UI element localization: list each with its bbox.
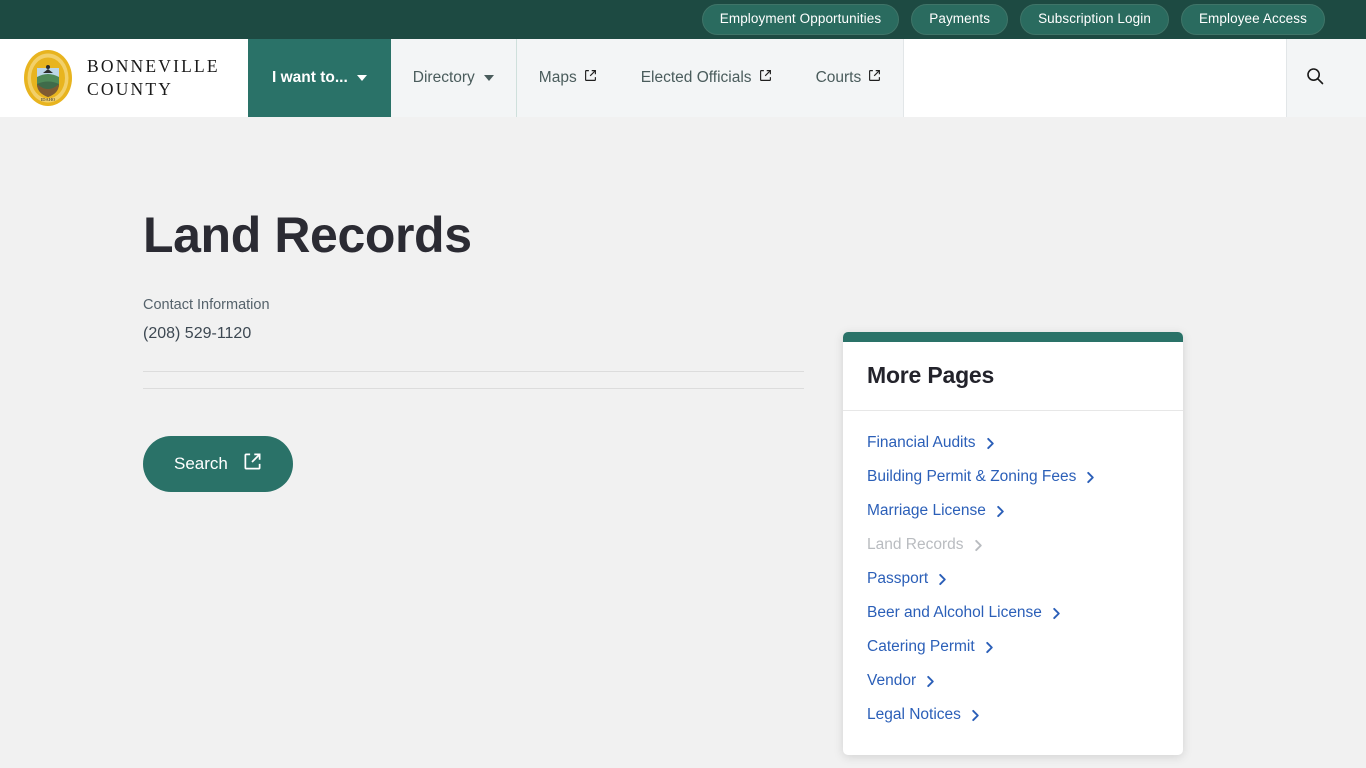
more-pages-list: Financial Audits Building Permit & Zonin…	[843, 411, 1183, 755]
page-title: Land Records	[143, 207, 472, 263]
chevron-down-icon	[356, 75, 367, 81]
nav-item-label: Directory	[412, 69, 475, 86]
contact-information-label: Contact Information	[143, 296, 270, 313]
more-pages-link-financial-audits[interactable]: Financial Audits	[867, 426, 1159, 460]
chevron-right-icon	[1085, 471, 1096, 484]
employee-access-link[interactable]: Employee Access	[1180, 4, 1325, 35]
county-seal-icon: IDAHO	[22, 48, 74, 108]
more-pages-link-marriage-license[interactable]: Marriage License	[867, 494, 1159, 528]
card-title: More Pages	[867, 362, 995, 388]
nav-item-elected-officials[interactable]: Elected Officials	[619, 39, 794, 117]
search-icon	[1305, 66, 1325, 91]
search-button-label: Search	[174, 453, 228, 473]
brand-wordmark: BONNEVILLE COUNTY	[87, 55, 220, 101]
utility-topbar: Employment Opportunities Payments Subscr…	[0, 0, 1366, 39]
search-button[interactable]: Search	[143, 435, 293, 492]
link-label: Legal Notices	[867, 706, 961, 723]
brand-line-2: COUNTY	[87, 79, 174, 99]
external-link-icon	[868, 69, 881, 87]
content-divider-1	[143, 370, 804, 372]
content-divider-2	[143, 387, 804, 389]
link-label: Building Permit & Zoning Fees	[867, 468, 1077, 485]
link-label: Catering Permit	[867, 638, 975, 655]
chevron-right-icon	[937, 573, 948, 586]
external-link-icon	[759, 69, 772, 87]
page-body: Land Records Contact Information (208) 5…	[0, 117, 1366, 768]
chevron-right-icon	[973, 539, 984, 552]
site-logo-home-link[interactable]: IDAHO BONNEVILLE COUNTY	[0, 39, 248, 117]
search-input[interactable]	[904, 39, 1286, 117]
link-label: Vendor	[867, 672, 917, 689]
chevron-right-icon	[970, 709, 981, 722]
search-submit-button[interactable]	[1286, 39, 1342, 117]
nav-item-label: Maps	[538, 69, 577, 86]
nav-item-label: Elected Officials	[640, 69, 752, 86]
employment-opportunities-link[interactable]: Employment Opportunities	[701, 4, 900, 35]
subscription-login-link[interactable]: Subscription Login	[1020, 4, 1169, 35]
link-label: Marriage License	[867, 502, 986, 519]
chevron-down-icon	[483, 75, 494, 81]
more-pages-link-passport[interactable]: Passport	[867, 562, 1159, 596]
chevron-right-icon	[995, 505, 1006, 518]
nav-item-courts[interactable]: Courts	[794, 39, 904, 117]
link-label: Financial Audits	[867, 434, 976, 451]
more-pages-link-vendor[interactable]: Vendor	[867, 664, 1159, 698]
card-header: More Pages	[843, 342, 1183, 411]
brand-line-1: BONNEVILLE	[87, 55, 220, 76]
external-link-icon	[584, 69, 597, 87]
main-content: Land Records Contact Information (208) 5…	[143, 209, 804, 492]
payments-link[interactable]: Payments	[911, 4, 1009, 35]
site-search-container	[903, 39, 1286, 117]
card-accent-bar	[843, 332, 1183, 342]
more-pages-link-land-records-current: Land Records	[867, 528, 1159, 562]
chevron-right-icon	[1051, 607, 1062, 620]
link-label: Passport	[867, 570, 929, 587]
nav-spacer	[1342, 39, 1366, 117]
nav-item-directory[interactable]: Directory	[391, 39, 516, 117]
nav-item-maps[interactable]: Maps	[517, 39, 619, 117]
external-link-icon	[243, 452, 262, 476]
more-pages-link-building-permit-zoning-fees[interactable]: Building Permit & Zoning Fees	[867, 460, 1159, 494]
link-label: Beer and Alcohol License	[867, 604, 1042, 621]
more-pages-link-beer-and-alcohol-license[interactable]: Beer and Alcohol License	[867, 596, 1159, 630]
chevron-right-icon	[925, 675, 936, 688]
more-pages-link-catering-permit[interactable]: Catering Permit	[867, 630, 1159, 664]
chevron-right-icon	[984, 641, 995, 654]
svg-text:IDAHO: IDAHO	[41, 97, 56, 102]
main-navigation: IDAHO BONNEVILLE COUNTY I want to... Dir…	[0, 39, 1366, 117]
chevron-right-icon	[985, 437, 996, 450]
nav-item-label: Courts	[815, 69, 862, 86]
contact-phone-number: (208) 529-1120	[143, 324, 252, 342]
nav-item-label: I want to...	[272, 69, 348, 86]
link-label: Land Records	[867, 536, 964, 553]
more-pages-card: More Pages Financial Audits Building Per…	[843, 332, 1183, 755]
nav-item-i-want-to[interactable]: I want to...	[248, 39, 391, 117]
more-pages-link-legal-notices[interactable]: Legal Notices	[867, 698, 1159, 732]
